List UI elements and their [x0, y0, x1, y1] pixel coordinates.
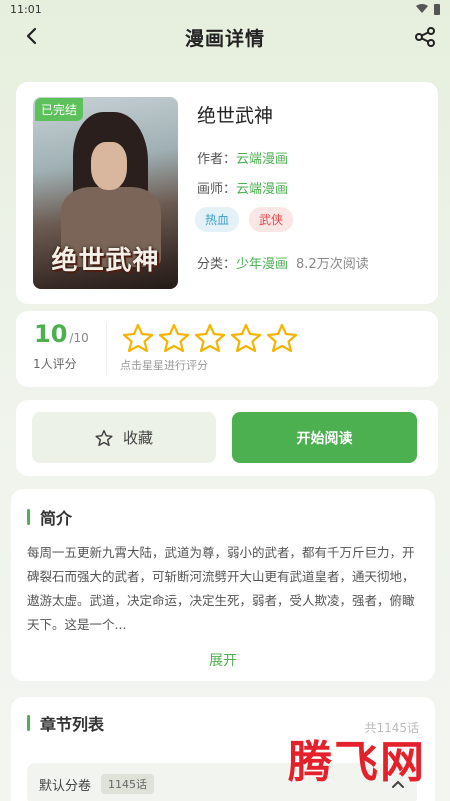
rating-score-value: 10: [34, 320, 68, 348]
tag-martial-arts[interactable]: 武侠: [249, 207, 294, 232]
start-reading-button[interactable]: 开始阅读: [232, 412, 417, 463]
intro-card: 简介 每周一五更新九霄大陆，武道为尊，弱小的武者，都有千万斤巨力，开碑裂石而强大…: [11, 489, 435, 681]
chapter-title: 章节列表: [40, 715, 105, 734]
intro-title: 简介: [40, 509, 73, 528]
category-label: 分类：: [197, 257, 237, 272]
intro-heading: 简介: [27, 505, 72, 529]
watermark-logo: 腾飞网: [288, 737, 426, 788]
cover-title: 绝世武神: [51, 246, 160, 276]
comic-cover-image[interactable]: 绝世武神: [33, 97, 178, 289]
category-row: 分类：少年漫画 8.2万次阅读: [197, 253, 369, 272]
back-arrow-icon[interactable]: [24, 26, 40, 46]
star-icon-2[interactable]: [158, 323, 190, 353]
cover-character-face: [91, 142, 127, 190]
comic-name: 绝世武神: [197, 105, 274, 127]
action-card: 收藏 开始阅读: [16, 400, 438, 476]
star-icon-3[interactable]: [194, 323, 226, 353]
rating-hint: 点击星星进行评分: [120, 359, 208, 372]
artist-label: 画师：: [197, 182, 237, 197]
star-icon-5[interactable]: [266, 323, 298, 353]
favorite-button[interactable]: 收藏: [32, 412, 216, 463]
star-icon-1[interactable]: [122, 323, 154, 353]
artist-link[interactable]: 云端漫画: [236, 182, 288, 197]
expand-button[interactable]: 展开: [11, 650, 435, 670]
artist-row: 画师：云端漫画: [197, 178, 288, 197]
status-bar: 11:01: [0, 0, 450, 18]
author-label: 作者：: [197, 152, 237, 167]
rating-count: 1人评分: [33, 357, 77, 371]
divider: [106, 323, 107, 375]
battery-icon: [434, 3, 440, 15]
chapter-heading: 章节列表: [27, 711, 104, 735]
wifi-icon: [416, 4, 428, 13]
genre-tags: 热血 武侠: [195, 207, 294, 232]
app-bar: 漫画详情: [0, 18, 450, 56]
completed-badge: 已完结: [35, 98, 84, 121]
star-rating: [122, 323, 298, 353]
category-link[interactable]: 少年漫画: [236, 257, 288, 272]
favorite-label: 收藏: [122, 429, 153, 447]
author-link[interactable]: 云端漫画: [236, 152, 288, 167]
status-time: 11:01: [10, 2, 42, 16]
rating-card: 10/10 1人评分 点击星星进行评分: [16, 311, 438, 387]
heading-accent-bar: [27, 509, 30, 525]
heading-accent-bar: [27, 715, 30, 731]
star-icon-4[interactable]: [230, 323, 262, 353]
start-reading-label: 开始阅读: [296, 430, 353, 447]
status-icons: [416, 3, 440, 15]
tag-hot-blood[interactable]: 热血: [195, 207, 240, 232]
read-count: 8.2万次阅读: [296, 257, 369, 272]
rating-score: 10/10: [34, 320, 89, 348]
star-outline-icon: [95, 429, 113, 446]
volume-chapter-count: 1145话: [101, 774, 155, 794]
author-row: 作者：云端漫画: [197, 148, 288, 167]
intro-text: 每周一五更新九霄大陆，武道为尊，弱小的武者，都有千万斤巨力，开碑裂石而强大的武者…: [27, 545, 415, 632]
share-icon[interactable]: [414, 26, 436, 48]
volume-name: 默认分卷: [39, 778, 92, 794]
comic-info-card: 绝世武神 已完结 绝世武神 作者：云端漫画 画师：云端漫画 热血 武侠 分类：少…: [16, 82, 438, 304]
page-title: 漫画详情: [184, 27, 265, 50]
rating-score-max: /10: [69, 331, 89, 345]
